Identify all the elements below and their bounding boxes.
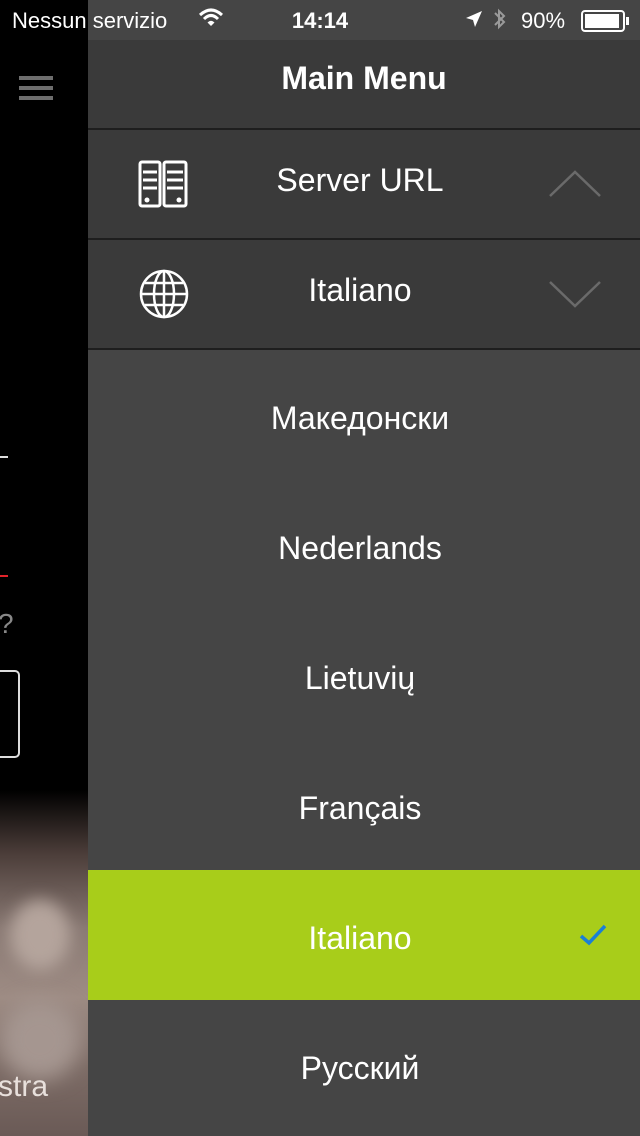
menu-title: Main Menu (281, 60, 447, 96)
menu-header: Main Menu (88, 40, 640, 130)
checkmark-icon (578, 922, 608, 948)
language-label: Nederlands (278, 530, 442, 566)
language-option-dutch[interactable]: Nederlands (88, 480, 640, 610)
bluetooth-icon (492, 7, 508, 37)
location-arrow-icon (464, 9, 484, 35)
question-text: ? (0, 608, 14, 640)
battery-percentage: 90% (521, 8, 566, 33)
language-option-macedonian[interactable]: Македонски (88, 350, 640, 480)
chevron-up-icon (548, 168, 602, 200)
language-option-french[interactable]: Français (88, 740, 640, 870)
menu-item-server-url[interactable]: Server URL (88, 130, 640, 240)
divider-line (0, 456, 8, 458)
language-label: Lietuvių (304, 660, 416, 696)
background-app-panel[interactable]: ? stra (0, 0, 88, 1136)
outlined-button[interactable] (0, 670, 20, 758)
language-label: Italiano (308, 920, 412, 956)
language-label: Русский (300, 1050, 420, 1086)
language-label: Français (298, 790, 422, 826)
language-option-lithuanian[interactable]: Lietuvių (88, 610, 640, 740)
battery-icon (581, 10, 631, 38)
menu-item-language[interactable]: Italiano (88, 240, 640, 350)
hamburger-menu-icon[interactable] (19, 76, 53, 100)
language-option-russian[interactable]: Русский (88, 1000, 640, 1130)
chevron-down-icon (548, 278, 602, 310)
accent-underline (0, 575, 8, 577)
partial-label: stra (0, 1070, 49, 1103)
language-label: Македонски (270, 400, 450, 436)
language-option-italian[interactable]: Italiano (88, 870, 640, 1000)
status-bar: Nessun servizio 14:14 90% (0, 0, 640, 40)
main-menu: Main Menu Server URL Italiano Македонски… (88, 0, 640, 1136)
